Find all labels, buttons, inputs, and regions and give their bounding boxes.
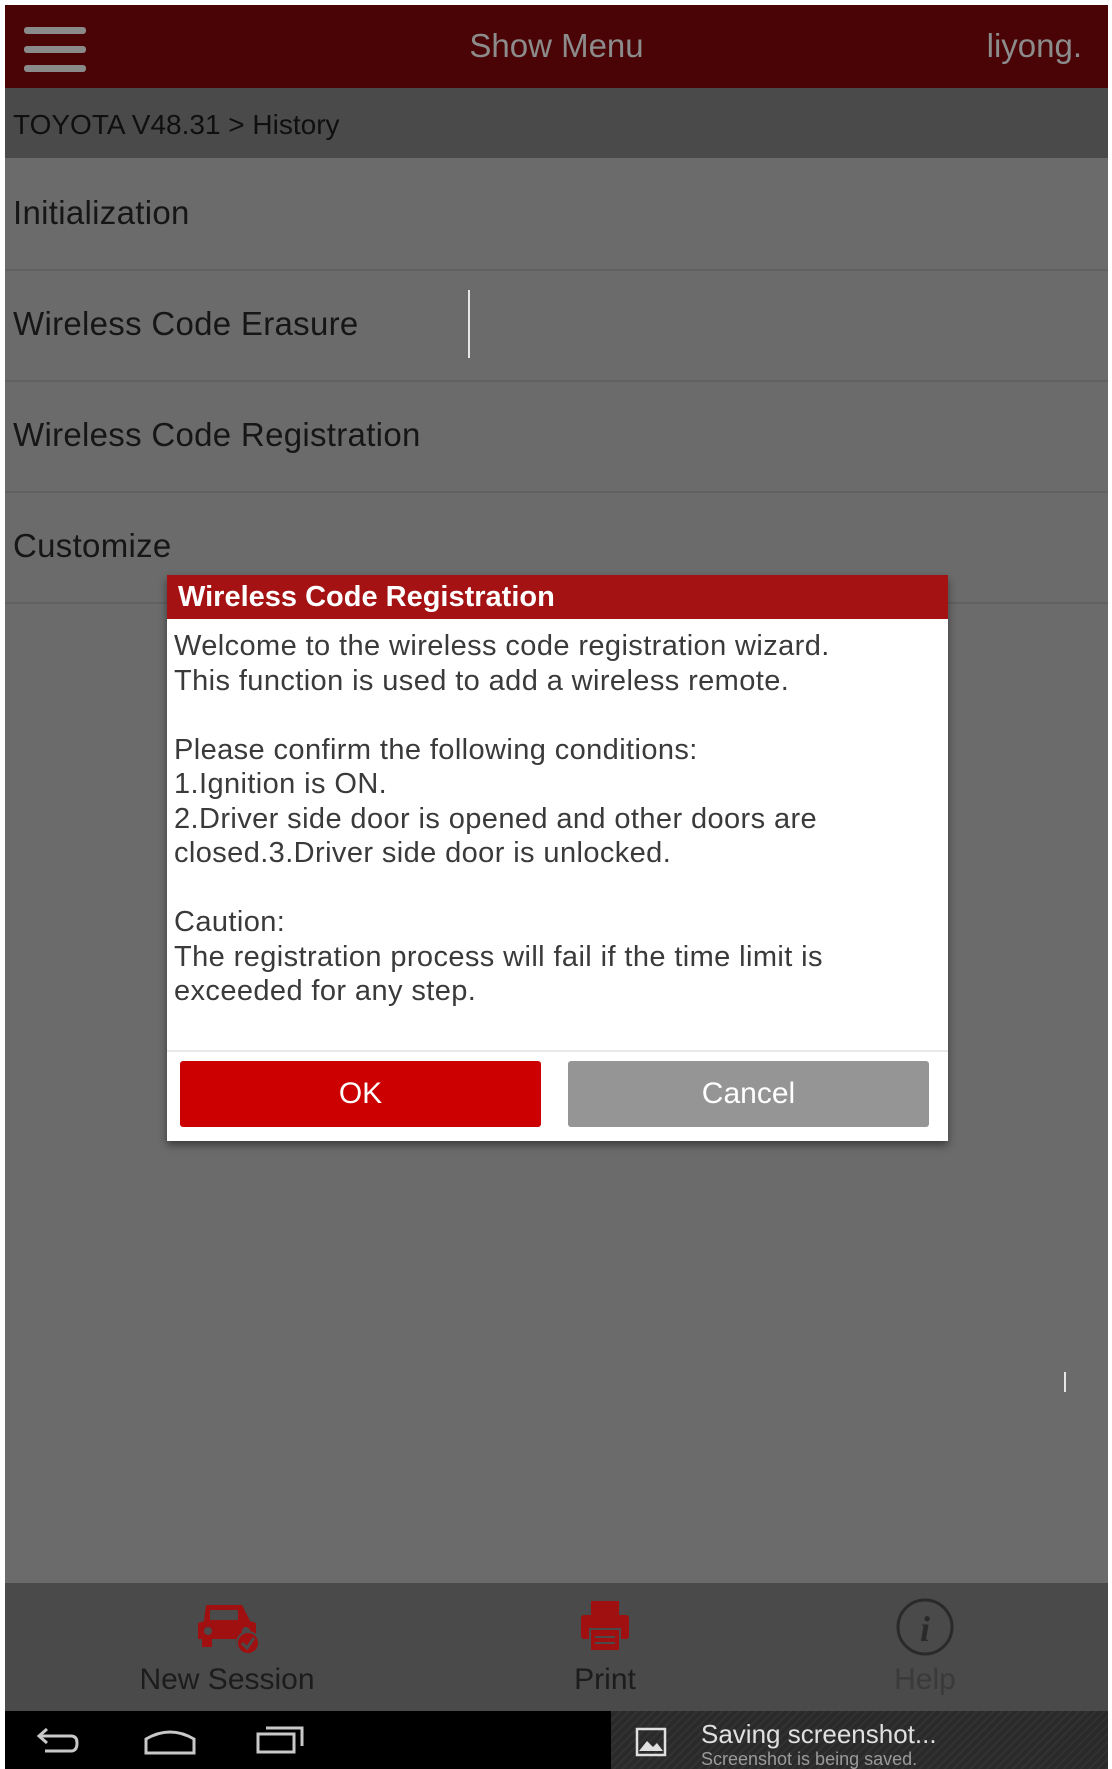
message-line: Welcome to the wireless code registratio… xyxy=(174,630,830,662)
home-icon[interactable] xyxy=(143,1723,197,1757)
print-icon xyxy=(581,1601,629,1652)
dialog-header: Wireless Code Registration xyxy=(167,575,948,619)
registration-dialog: Wireless Code Registration Welcome to th… xyxy=(167,575,948,1141)
message-line: exceeded for any step. xyxy=(174,975,477,1007)
screenshot-notification[interactable]: Saving screenshot... Screenshot is being… xyxy=(611,1711,1108,1769)
notification-subtitle: Screenshot is being saved. xyxy=(701,1749,918,1769)
menu-item-label: Wireless Code Erasure xyxy=(13,305,359,342)
menu-item-wireless-code-registration[interactable]: Wireless Code Registration xyxy=(5,380,1108,493)
breadcrumb: TOYOTA V48.31 > History xyxy=(5,88,1108,158)
back-icon[interactable] xyxy=(35,1725,81,1755)
message-line: The registration process will fail if th… xyxy=(174,940,823,973)
message-gap xyxy=(174,698,934,733)
menu-item-initialization[interactable]: Initialization xyxy=(5,158,1108,271)
print-label: Print xyxy=(574,1663,636,1696)
svg-text:i: i xyxy=(920,1609,930,1649)
user-name: liyong. xyxy=(986,27,1082,64)
cancel-button[interactable]: Cancel xyxy=(568,1061,929,1127)
message-line: Caution: xyxy=(174,906,286,938)
menu-item-wireless-code-erasure[interactable]: Wireless Code Erasure xyxy=(5,269,1108,382)
ok-button[interactable]: OK xyxy=(180,1061,541,1127)
breadcrumb-text: TOYOTA V48.31 > History xyxy=(13,109,340,140)
notification-title: Saving screenshot... xyxy=(701,1719,937,1749)
dialog-message: Welcome to the wireless code registratio… xyxy=(174,629,934,1009)
menu-item-label: Customize xyxy=(13,527,172,564)
message-line: Please confirm the following conditions: xyxy=(174,733,698,766)
new-session-label: New Session xyxy=(139,1663,315,1696)
dialog-title: Wireless Code Registration xyxy=(178,581,555,613)
help-label: Help xyxy=(894,1663,956,1696)
touch-cursor-line xyxy=(1064,1372,1066,1392)
info-icon: i xyxy=(896,1598,954,1656)
show-menu-title[interactable]: Show Menu xyxy=(5,27,1108,65)
car-icon xyxy=(198,1605,260,1655)
message-gap xyxy=(174,871,934,906)
menu-item-label: Wireless Code Registration xyxy=(13,416,421,453)
touch-cursor-line xyxy=(468,290,470,358)
help-button[interactable]: i Help xyxy=(825,1583,1025,1711)
image-icon xyxy=(635,1727,667,1757)
message-line: closed.3.Driver side door is unlocked. xyxy=(174,837,672,869)
bottom-toolbar: New Session Print i Help xyxy=(5,1583,1108,1711)
message-line: This function is used to add a wireless … xyxy=(174,664,790,697)
message-line: 2.Driver side door is opened and other d… xyxy=(174,802,818,835)
dialog-divider xyxy=(167,1050,948,1052)
recent-apps-icon[interactable] xyxy=(255,1723,305,1755)
new-session-button[interactable]: New Session xyxy=(102,1583,352,1711)
app-window: Show Menu liyong. TOYOTA V48.31 > Histor… xyxy=(5,5,1108,1769)
top-bar: Show Menu liyong. xyxy=(5,5,1108,88)
message-line: 1.Ignition is ON. xyxy=(174,768,388,800)
system-navigation-bar: Saving screenshot... Screenshot is being… xyxy=(5,1711,1108,1769)
print-button[interactable]: Print xyxy=(485,1583,725,1711)
menu-item-label: Initialization xyxy=(13,194,190,231)
